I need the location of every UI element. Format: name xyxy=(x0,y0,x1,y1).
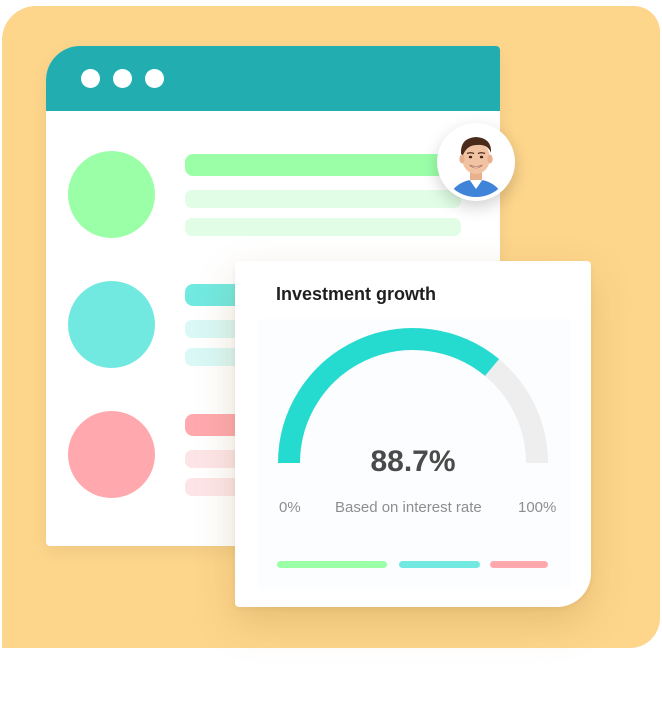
legend-bar-green xyxy=(277,561,387,568)
gauge-max-label: 100% xyxy=(518,499,557,516)
legend-bar-red xyxy=(490,561,548,568)
window-titlebar xyxy=(46,46,500,111)
window-dot-icon xyxy=(145,69,164,88)
user-avatar[interactable] xyxy=(437,123,515,201)
legend-bar-teal xyxy=(399,561,480,568)
list-item-avatar-teal xyxy=(68,281,155,368)
list-item-title-bar xyxy=(185,154,445,176)
list-item-avatar-green xyxy=(68,151,155,238)
list-item-line-bar xyxy=(185,190,461,208)
gauge-center-label: Based on interest rate xyxy=(335,499,482,516)
window-dot-icon xyxy=(81,69,100,88)
growth-gauge xyxy=(278,328,548,464)
user-avatar-photo-icon xyxy=(441,127,511,197)
list-item-line-bar xyxy=(185,218,461,236)
gauge-min-label: 0% xyxy=(279,499,301,516)
investment-growth-card: Investment growth 88.7% 0% Based on inte… xyxy=(235,261,591,607)
growth-value: 88.7% xyxy=(370,445,456,478)
window-dot-icon xyxy=(113,69,132,88)
list-item-avatar-red xyxy=(68,411,155,498)
